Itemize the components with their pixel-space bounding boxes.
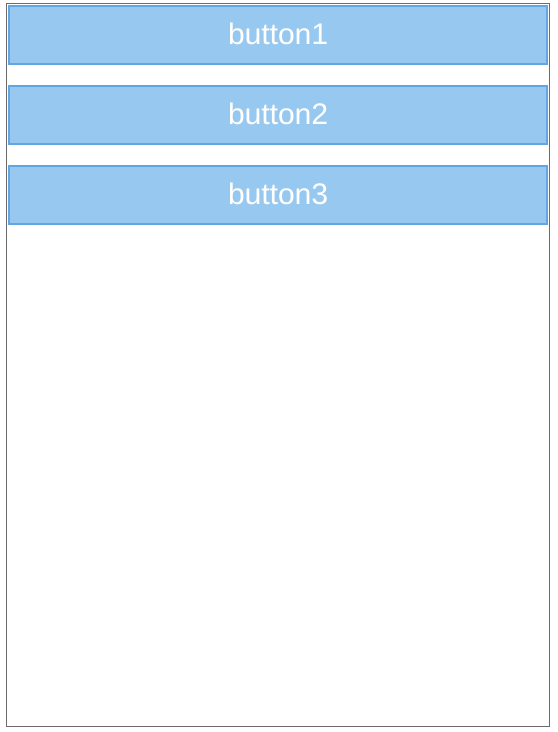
button-1[interactable]: button1	[8, 5, 548, 65]
button-2[interactable]: button2	[8, 85, 548, 145]
main-container: button1 button2 button3	[6, 3, 550, 727]
button-3[interactable]: button3	[8, 165, 548, 225]
